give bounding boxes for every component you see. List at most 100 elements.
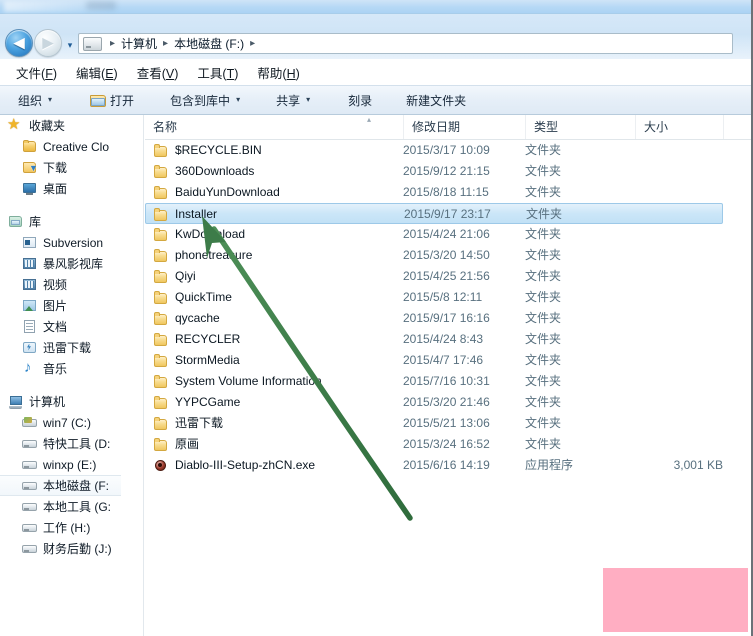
sidebar-label-favorites: 收藏夹 — [29, 119, 66, 133]
breadcrumb-separator-trailing[interactable]: ▸ — [245, 38, 260, 49]
menu-help[interactable]: 帮助(H) — [249, 61, 310, 84]
menu-tools[interactable]: 工具(T) — [189, 61, 249, 84]
file-type-cell: 文件夹 — [525, 185, 562, 199]
sidebar-item-subversion[interactable]: Subversion — [0, 232, 121, 253]
column-header-size[interactable]: 大小 — [635, 115, 723, 139]
file-type-cell: 文件夹 — [525, 227, 562, 241]
sidebar-item-drive-j[interactable]: 财务后勤 (J:) — [0, 538, 121, 559]
column-header-date-modified[interactable]: 修改日期 — [403, 115, 525, 139]
breadcrumb-item-computer[interactable]: 计算机 — [120, 35, 158, 52]
file-name-cell: System Volume Information — [153, 371, 403, 392]
nav-group-favorites: 收藏夹 Creative Clo 下载 桌面 — [0, 115, 121, 199]
file-name-label: Diablo-III-Setup-zhCN.exe — [175, 458, 316, 472]
sidebar-label-drive-j: 财务后勤 (J:) — [43, 542, 112, 556]
table-row[interactable]: Qiyi 2015/4/25 21:56 文件夹 — [145, 266, 751, 287]
sidebar-label-baofeng-video: 暴风影视库 — [43, 257, 104, 271]
drive-icon — [22, 458, 38, 472]
history-dropdown-button[interactable]: ▾ — [64, 40, 76, 50]
table-row[interactable]: 原画 2015/3/24 16:52 文件夹 — [145, 434, 751, 455]
table-row[interactable]: YYPCGame 2015/3/20 21:46 文件夹 — [145, 392, 751, 413]
file-name-label: QuickTime — [175, 290, 232, 304]
picture-icon — [22, 299, 38, 313]
toolbar-burn-button[interactable]: 刻录 — [340, 89, 380, 112]
file-size-cell — [615, 287, 723, 308]
sidebar-item-music[interactable]: 音乐 — [0, 358, 121, 379]
file-type-cell: 文件夹 — [525, 437, 562, 451]
sidebar-item-videos[interactable]: 视频 — [0, 274, 121, 295]
table-row[interactable]: QuickTime 2015/5/8 12:11 文件夹 — [145, 287, 751, 308]
table-row[interactable]: qycache 2015/9/17 16:16 文件夹 — [145, 308, 751, 329]
breadcrumb-item-local-disk-f[interactable]: 本地磁盘 (F:) — [173, 35, 245, 52]
file-size-cell — [615, 413, 723, 434]
folder-icon — [153, 164, 169, 179]
file-type-cell: 文件夹 — [525, 248, 562, 262]
file-date-cell: 2015/7/16 10:31 — [403, 374, 490, 388]
command-toolbar: 组织 ▾ 打开 包含到库中 ▾ 共享 ▾ 刻录 新建文件夹 — [0, 85, 751, 115]
file-date-cell: 2015/3/24 16:52 — [403, 437, 490, 451]
title-bar-blurred-text — [86, 1, 116, 10]
table-row[interactable]: Diablo-III-Setup-zhCN.exe 2015/6/16 14:1… — [145, 455, 751, 476]
back-button[interactable]: ◀ — [5, 29, 33, 57]
column-header-type[interactable]: 类型 — [525, 115, 635, 139]
file-type-cell: 文件夹 — [525, 269, 562, 283]
table-row[interactable]: 迅雷下载 2015/5/21 13:06 文件夹 — [145, 413, 751, 434]
file-name-label: $RECYCLE.BIN — [175, 143, 262, 157]
toolbar-share-button[interactable]: 共享 ▾ — [268, 89, 318, 112]
sidebar-item-drive-f[interactable]: 本地磁盘 (F: — [0, 475, 121, 496]
column-header-name[interactable]: 名称 — [145, 115, 403, 139]
menu-view[interactable]: 查看(V) — [129, 61, 190, 84]
forward-arrow-icon: ▶ — [42, 34, 54, 52]
table-row[interactable]: RECYCLER 2015/4/24 8:43 文件夹 — [145, 329, 751, 350]
toolbar-share-label: 共享 — [276, 93, 301, 108]
sidebar-item-creative-cloud[interactable]: Creative Clo — [0, 136, 121, 157]
sidebar-item-desktop[interactable]: 桌面 — [0, 178, 121, 199]
menu-edit[interactable]: 编辑(E) — [68, 61, 129, 84]
sidebar-item-thunder-download[interactable]: 迅雷下载 — [0, 337, 121, 358]
sidebar-item-drive-g[interactable]: 本地工具 (G: — [0, 496, 121, 517]
file-name-cell: 迅雷下载 — [153, 413, 403, 434]
sidebar-item-drive-e[interactable]: winxp (E:) — [0, 454, 121, 475]
table-row-selected[interactable]: Installer 2015/9/17 23:17 文件夹 — [145, 203, 723, 224]
sidebar-item-drive-h[interactable]: 工作 (H:) — [0, 517, 121, 538]
table-row[interactable]: System Volume Information 2015/7/16 10:3… — [145, 371, 751, 392]
sidebar-item-pictures[interactable]: 图片 — [0, 295, 121, 316]
table-row[interactable]: 360Downloads 2015/9/12 21:15 文件夹 — [145, 161, 751, 182]
toolbar-new-folder-button[interactable]: 新建文件夹 — [398, 89, 474, 112]
film-icon — [22, 257, 38, 271]
sidebar-item-libraries[interactable]: 库 — [0, 211, 121, 232]
file-date-cell: 2015/5/21 13:06 — [403, 416, 490, 430]
sidebar-label-pictures: 图片 — [43, 299, 68, 313]
table-row[interactable]: KwDownload 2015/4/24 21:06 文件夹 — [145, 224, 751, 245]
toolbar-organize-button[interactable]: 组织 ▾ — [10, 89, 60, 112]
folder-icon — [153, 311, 169, 326]
table-row[interactable]: StormMedia 2015/4/7 17:46 文件夹 — [145, 350, 751, 371]
sidebar-item-computer[interactable]: 计算机 — [0, 391, 121, 412]
table-row[interactable]: BaiduYunDownload 2015/8/18 11:15 文件夹 — [145, 182, 751, 203]
sidebar-item-baofeng-video[interactable]: 暴风影视库 — [0, 253, 121, 274]
pane-splitter[interactable] — [143, 115, 144, 636]
address-bar[interactable]: ▸ 计算机 ▸ 本地磁盘 (F:) ▸ — [78, 33, 733, 54]
table-row[interactable]: $RECYCLE.BIN 2015/3/17 10:09 文件夹 — [145, 140, 751, 161]
file-name-label: RECYCLER — [175, 332, 241, 346]
file-type-cell: 应用程序 — [525, 458, 574, 472]
sidebar-item-favorites[interactable]: 收藏夹 — [0, 115, 121, 136]
breadcrumb-separator[interactable]: ▸ — [105, 38, 120, 49]
sidebar-item-documents[interactable]: 文档 — [0, 316, 121, 337]
toolbar-open-button[interactable]: 打开 — [82, 89, 142, 112]
drive-icon — [22, 500, 38, 514]
file-rows: $RECYCLE.BIN 2015/3/17 10:09 文件夹 360Down… — [145, 140, 751, 476]
drive-icon — [22, 521, 38, 535]
breadcrumb-separator[interactable]: ▸ — [158, 38, 173, 49]
table-row[interactable]: phonetreasure 2015/3/20 14:50 文件夹 — [145, 245, 751, 266]
explorer-window: ◀ ▶ ▾ ▸ 计算机 ▸ 本地磁盘 (F:) ▸ 文件(F) 编辑(E) 查看… — [0, 0, 753, 636]
toolbar-include-in-library-button[interactable]: 包含到库中 ▾ — [162, 89, 248, 112]
drive-icon — [22, 437, 38, 451]
sidebar-item-downloads[interactable]: 下载 — [0, 157, 121, 178]
sidebar-item-drive-c[interactable]: win7 (C:) — [0, 412, 121, 433]
sidebar-item-drive-d[interactable]: 特快工具 (D: — [0, 433, 121, 454]
forward-button[interactable]: ▶ — [34, 29, 62, 57]
file-date-cell: 2015/3/17 10:09 — [403, 143, 490, 157]
drive-icon — [22, 479, 38, 493]
chevron-down-icon: ▾ — [236, 95, 241, 104]
menu-file[interactable]: 文件(F) — [8, 61, 68, 84]
